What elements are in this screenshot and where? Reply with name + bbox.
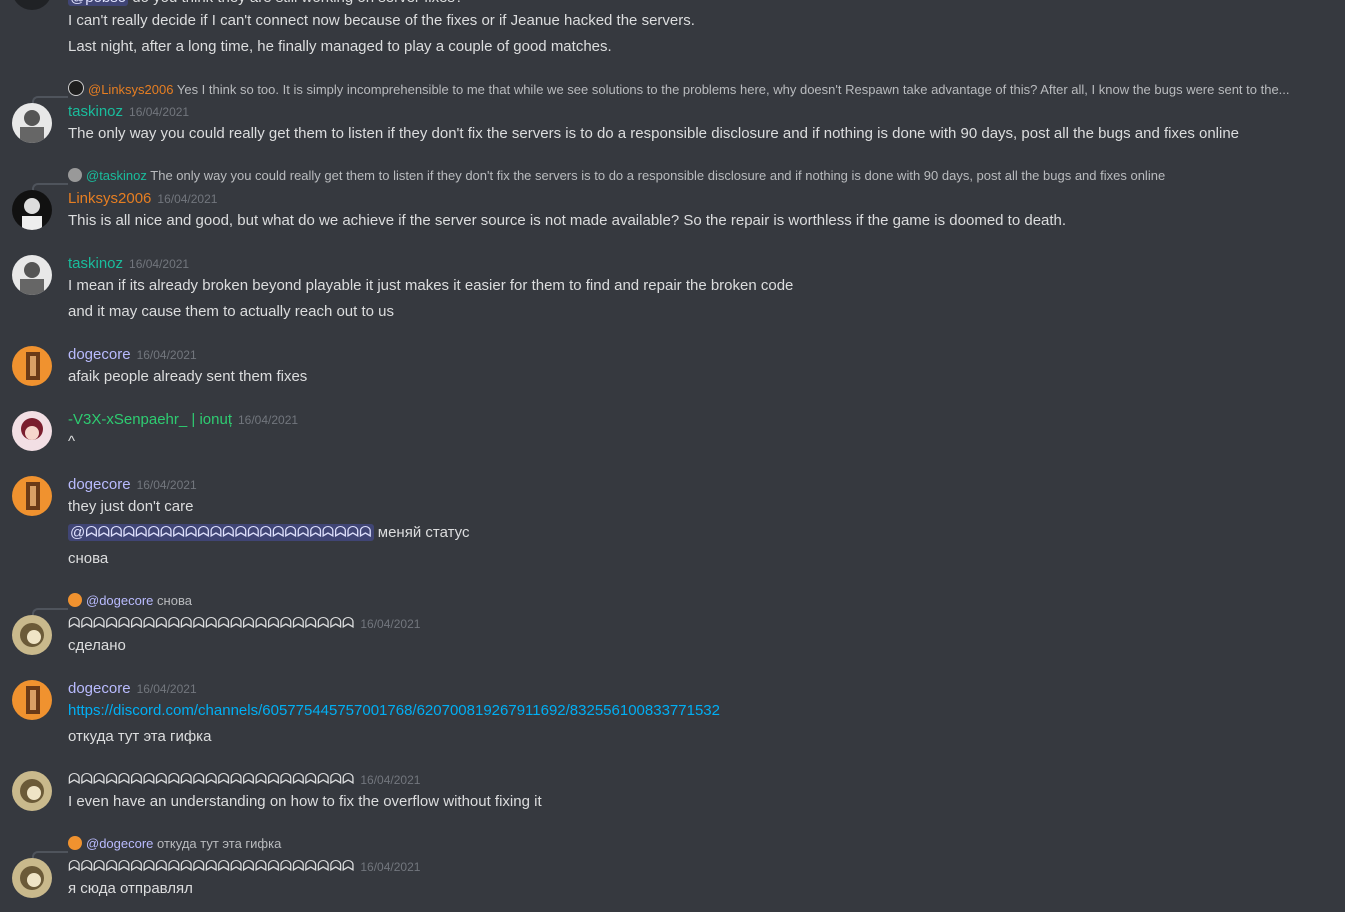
reply-username[interactable]: @dogecore xyxy=(86,593,153,608)
message-text: they just don't care xyxy=(68,498,194,515)
reply-text: откуда тут эта гифка xyxy=(157,836,282,851)
message-text: The only way you could really get them t… xyxy=(68,125,1240,142)
message-text: я сюда отправлял xyxy=(68,880,193,897)
message-text: @pobso do you think they are still worki… xyxy=(68,0,463,8)
message-header: dogecore 16/04/2021 xyxy=(68,679,197,699)
message-text: откуда тут эта гифка xyxy=(68,728,212,745)
avatar-image xyxy=(20,779,44,803)
avatar-image xyxy=(20,866,44,890)
reply-avatar xyxy=(68,593,82,607)
message-header: ᗣᗣᗣᗣᗣᗣᗣᗣᗣᗣᗣᗣᗣᗣᗣᗣᗣᗣᗣᗣᗣᗣᗣ 16/04/2021 xyxy=(68,857,420,877)
message-text: I even have an understanding on how to f… xyxy=(68,793,542,810)
reply-avatar xyxy=(68,836,82,850)
reply-preview[interactable]: @dogecore снова xyxy=(68,592,192,610)
username[interactable]: ᗣᗣᗣᗣᗣᗣᗣᗣᗣᗣᗣᗣᗣᗣᗣᗣᗣᗣᗣᗣᗣᗣᗣ xyxy=(68,771,354,788)
avatar[interactable] xyxy=(12,858,52,898)
avatar-image xyxy=(26,686,40,714)
username[interactable]: taskinoz xyxy=(68,255,123,272)
message-header: taskinoz 16/04/2021 xyxy=(68,102,189,122)
avatar[interactable] xyxy=(12,103,52,143)
user-mention[interactable]: @ᗣᗣᗣᗣᗣᗣᗣᗣᗣᗣᗣᗣᗣᗣᗣᗣᗣᗣᗣᗣᗣᗣᗣ xyxy=(68,524,374,541)
avatar[interactable] xyxy=(12,255,52,295)
timestamp[interactable]: 16/04/2021 xyxy=(360,617,420,631)
reply-username[interactable]: @taskinoz xyxy=(86,168,147,183)
message-header: dogecore 16/04/2021 xyxy=(68,345,197,365)
message-header: ᗣᗣᗣᗣᗣᗣᗣᗣᗣᗣᗣᗣᗣᗣᗣᗣᗣᗣᗣᗣᗣᗣᗣ 16/04/2021 xyxy=(68,614,420,634)
reply-preview[interactable]: @Linksys2006 Yes I think so too. It is s… xyxy=(68,80,1290,99)
timestamp[interactable]: 16/04/2021 xyxy=(129,105,189,119)
message-text: @ᗣᗣᗣᗣᗣᗣᗣᗣᗣᗣᗣᗣᗣᗣᗣᗣᗣᗣᗣᗣᗣᗣᗣ меняй статус xyxy=(68,523,469,543)
message-text: снова xyxy=(68,550,109,567)
timestamp[interactable]: 16/04/2021 xyxy=(157,192,217,206)
reply-text: The only way you could really get them t… xyxy=(150,168,1166,183)
message-header: ᗣᗣᗣᗣᗣᗣᗣᗣᗣᗣᗣᗣᗣᗣᗣᗣᗣᗣᗣᗣᗣᗣᗣ 16/04/2021 xyxy=(68,770,420,790)
message-text: ^ xyxy=(68,433,76,450)
avatar-image xyxy=(20,110,44,143)
reply-text: Yes I think so too. It is simply incompr… xyxy=(176,82,1290,97)
avatar[interactable] xyxy=(12,0,52,10)
avatar[interactable] xyxy=(12,771,52,811)
username[interactable]: dogecore xyxy=(68,680,131,697)
reply-preview[interactable]: @taskinoz The only way you could really … xyxy=(68,167,1165,185)
avatar-image xyxy=(26,352,40,380)
message-link[interactable]: https://discord.com/channels/60577544575… xyxy=(68,701,720,721)
reply-avatar xyxy=(68,168,82,182)
username[interactable]: Linksys2006 xyxy=(68,190,151,207)
avatar[interactable] xyxy=(12,411,52,451)
username[interactable]: ᗣᗣᗣᗣᗣᗣᗣᗣᗣᗣᗣᗣᗣᗣᗣᗣᗣᗣᗣᗣᗣᗣᗣ xyxy=(68,858,354,875)
message-text: сделано xyxy=(68,637,126,654)
message-text: I can't really decide if I can't connect… xyxy=(68,12,695,29)
message-text: Last night, after a long time, he finall… xyxy=(68,38,612,55)
reply-avatar xyxy=(68,80,84,96)
timestamp[interactable]: 16/04/2021 xyxy=(360,860,420,874)
username[interactable]: dogecore xyxy=(68,346,131,363)
avatar-image xyxy=(21,418,43,440)
message-header: taskinoz 16/04/2021 xyxy=(68,254,189,274)
message-header: Linksys2006 16/04/2021 xyxy=(68,189,217,209)
user-mention[interactable]: @pobso xyxy=(68,0,129,6)
timestamp[interactable]: 16/04/2021 xyxy=(360,773,420,787)
message-text: This is all nice and good, but what do w… xyxy=(68,212,1067,229)
message-header: dogecore 16/04/2021 xyxy=(68,475,197,495)
message-text: and it may cause them to actually reach … xyxy=(68,303,395,320)
avatar[interactable] xyxy=(12,615,52,655)
message-text: I mean if its already broken beyond play… xyxy=(68,277,794,294)
message-text: afaik people already sent them fixes xyxy=(68,368,308,385)
reply-text: снова xyxy=(157,593,192,608)
username[interactable]: ᗣᗣᗣᗣᗣᗣᗣᗣᗣᗣᗣᗣᗣᗣᗣᗣᗣᗣᗣᗣᗣᗣᗣ xyxy=(68,615,354,632)
username[interactable]: taskinoz xyxy=(68,103,123,120)
avatar[interactable] xyxy=(12,190,52,230)
avatar-image xyxy=(26,482,40,510)
timestamp[interactable]: 16/04/2021 xyxy=(238,413,298,427)
reply-username[interactable]: @dogecore xyxy=(86,836,153,851)
timestamp[interactable]: 16/04/2021 xyxy=(137,478,197,492)
avatar[interactable] xyxy=(12,476,52,516)
message-header: -V3X-xSenpaehr_ | ionuț 16/04/2021 xyxy=(68,410,298,430)
username[interactable]: -V3X-xSenpaehr_ | ionuț xyxy=(68,411,232,428)
timestamp[interactable]: 16/04/2021 xyxy=(137,348,197,362)
avatar[interactable] xyxy=(12,346,52,386)
avatar-image xyxy=(20,623,44,647)
message-text-fragment: меняй статус xyxy=(377,524,470,541)
avatar-image xyxy=(22,198,42,230)
reply-username[interactable]: @Linksys2006 xyxy=(88,82,173,97)
avatar-image xyxy=(20,262,44,295)
timestamp[interactable]: 16/04/2021 xyxy=(129,257,189,271)
username[interactable]: dogecore xyxy=(68,476,131,493)
reply-preview[interactable]: @dogecore откуда тут эта гифка xyxy=(68,835,281,853)
timestamp[interactable]: 16/04/2021 xyxy=(137,682,197,696)
avatar[interactable] xyxy=(12,680,52,720)
